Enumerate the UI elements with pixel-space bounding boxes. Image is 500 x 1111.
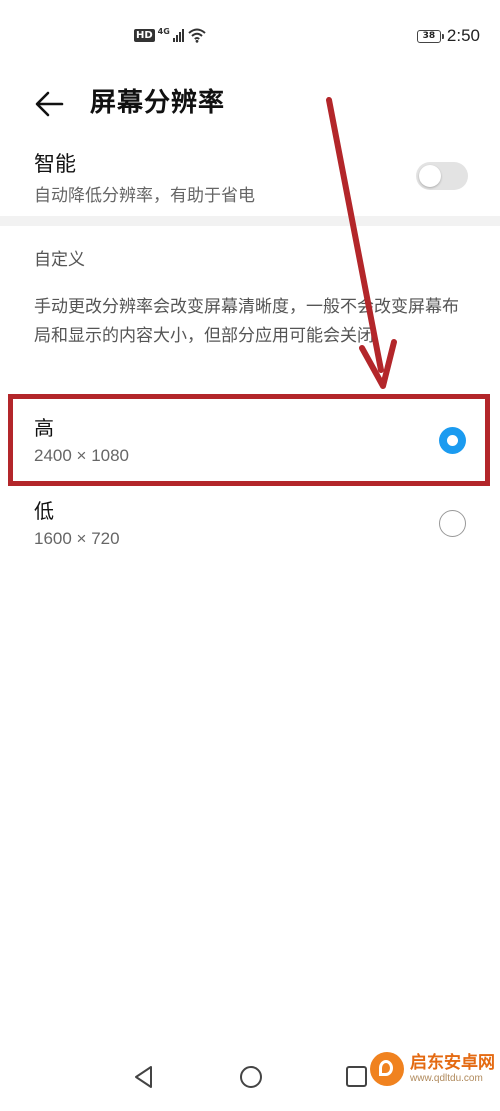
page-title: 屏幕分辨率 (90, 88, 226, 118)
watermark-url: www.qdltdu.com (410, 1073, 483, 1084)
back-button[interactable] (28, 80, 72, 120)
hd-icon: HD (134, 28, 155, 42)
resolution-option-low[interactable]: 低 1600 × 720 (0, 483, 500, 561)
custom-section-description: 手动更改分辨率会改变屏幕清晰度，一般不会改变屏幕布局和显示的内容大小，但部分应用… (34, 297, 459, 346)
network-type-label: 4G (157, 26, 170, 36)
nav-recents-button[interactable] (342, 1062, 372, 1092)
watermark-text: 启东安卓网 www.qdltdu.com (410, 1053, 495, 1085)
option-resolution: 2400 × 1080 (34, 446, 130, 465)
resolution-option-high[interactable]: 高 2400 × 1080 (0, 400, 500, 478)
nav-back-button[interactable] (130, 1062, 160, 1092)
status-bar: HD 4G 38 2:50 (0, 0, 500, 72)
site-watermark: 启东安卓网 www.qdltdu.com (370, 1052, 495, 1086)
page-header: 屏幕分辨率 (0, 72, 500, 128)
option-label: 低 (34, 499, 54, 523)
custom-section-label: 自定义 (34, 250, 85, 270)
radio-selected-icon[interactable] (439, 427, 466, 454)
recents-square-icon (346, 1066, 367, 1087)
toggle-knob (419, 165, 441, 187)
watermark-logo-icon (370, 1052, 404, 1086)
status-icons-right: 38 2:50 (416, 26, 480, 46)
watermark-name: 启东安卓网 (410, 1053, 495, 1073)
battery-level: 38 (422, 30, 436, 41)
clock: 2:50 (446, 26, 480, 45)
section-divider (0, 216, 500, 226)
smart-resolution-subtitle: 自动降低分辨率，有助于省电 (34, 186, 255, 206)
status-icons-left: HD 4G (134, 27, 207, 43)
smart-resolution-title: 智能 (34, 152, 76, 176)
battery-icon: 38 (416, 29, 444, 43)
back-triangle-icon (135, 1066, 152, 1088)
option-resolution: 1600 × 720 (34, 529, 120, 548)
arrow-left-icon (35, 91, 64, 117)
option-label: 高 (34, 416, 54, 440)
wifi-icon (188, 28, 206, 43)
smart-resolution-row[interactable]: 智能 自动降低分辨率，有助于省电 (0, 138, 500, 216)
smart-resolution-toggle[interactable] (416, 162, 468, 190)
home-circle-icon (240, 1066, 262, 1088)
nav-home-button[interactable] (236, 1062, 266, 1092)
radio-unselected-icon[interactable] (439, 510, 466, 537)
signal-icon (172, 28, 184, 42)
